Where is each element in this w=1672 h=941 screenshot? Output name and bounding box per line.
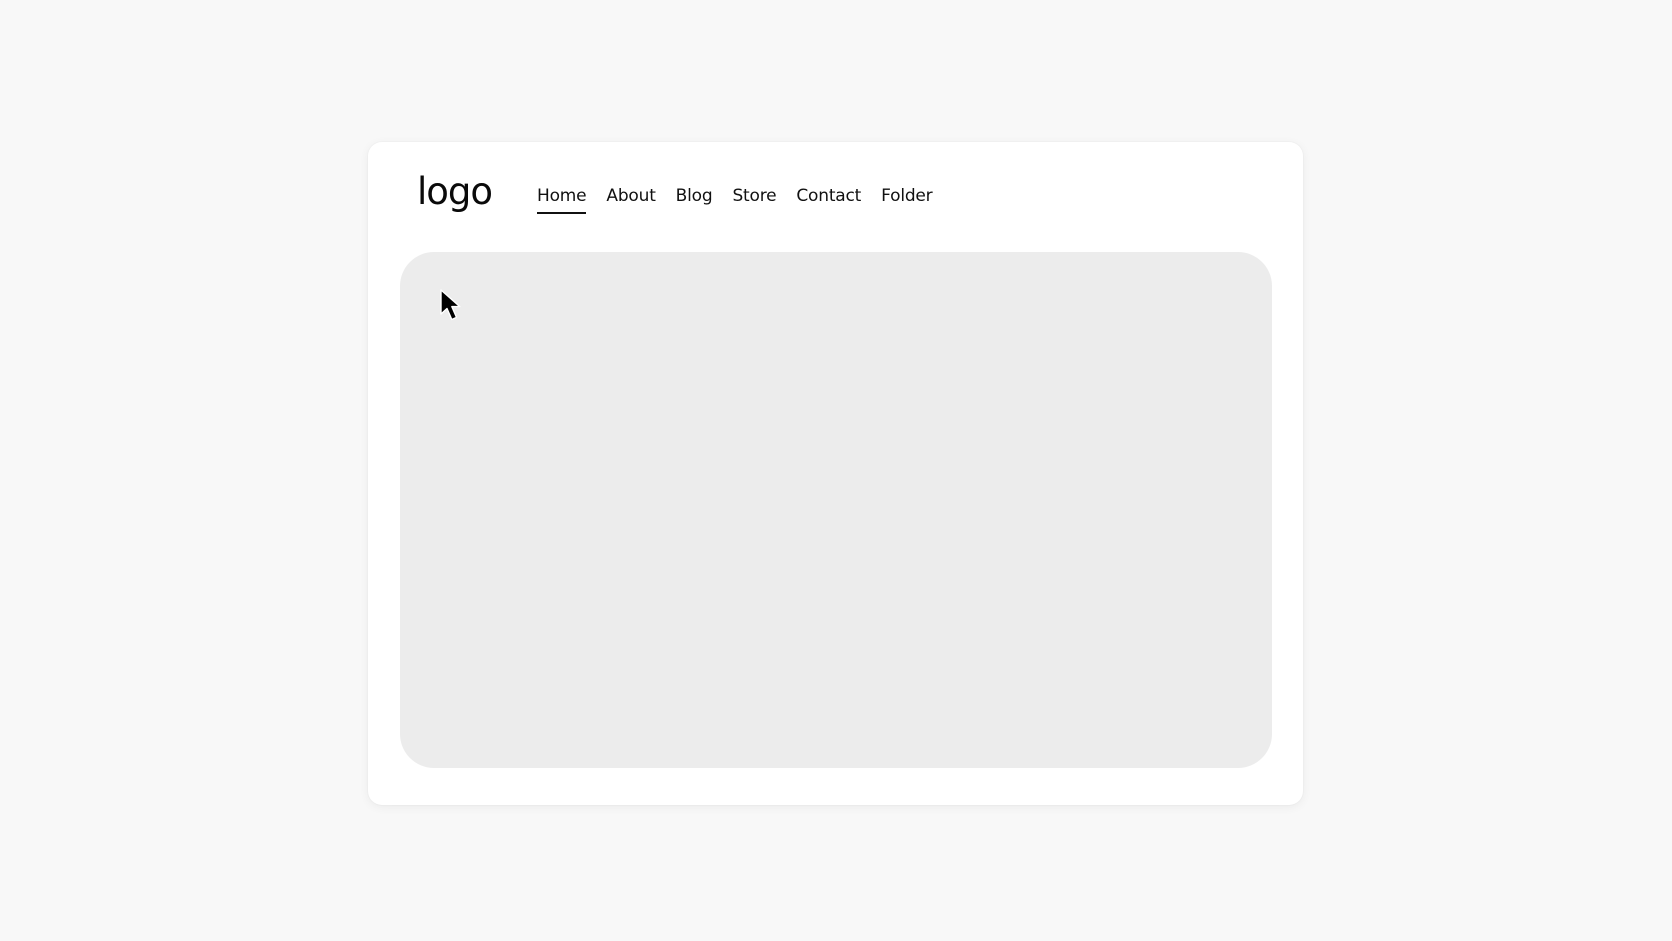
website-preview-card: logo Home About Blog Store Contact Folde… [368,142,1303,805]
main-navigation: Home About Blog Store Contact Folder [537,188,933,214]
hero-image-placeholder [400,252,1272,768]
site-logo[interactable]: logo [417,173,493,210]
nav-item-home[interactable]: Home [537,188,587,214]
screen: logo Home About Blog Store Contact Folde… [0,0,1672,941]
nav-item-store[interactable]: Store [732,188,776,212]
mouse-pointer-icon [440,289,461,321]
nav-item-blog[interactable]: Blog [676,188,713,212]
nav-item-contact[interactable]: Contact [796,188,861,212]
nav-item-folder[interactable]: Folder [881,188,933,212]
nav-item-about[interactable]: About [606,188,655,212]
site-header: logo Home About Blog Store Contact Folde… [368,142,1303,252]
